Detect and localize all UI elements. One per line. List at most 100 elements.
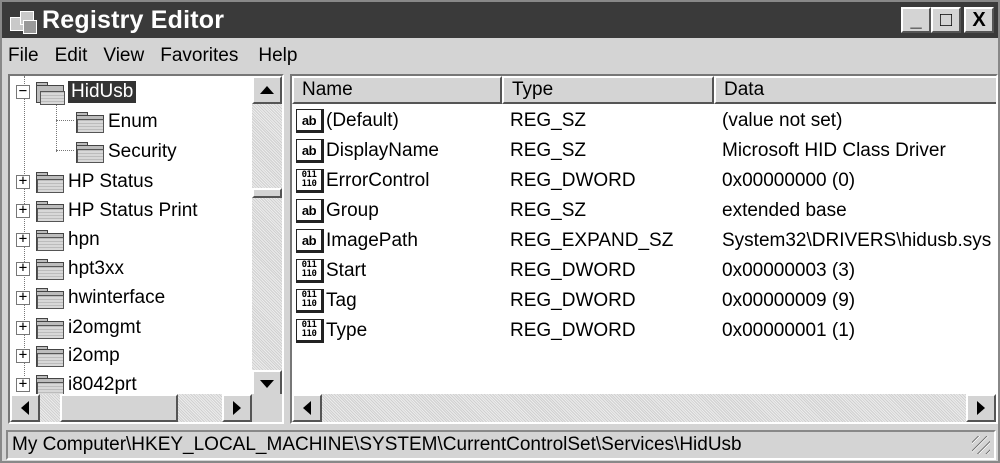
menu-bar: File Edit View Favorites Help (2, 40, 998, 72)
maximize-button[interactable]: □ (931, 7, 961, 33)
value-name: DisplayName (326, 140, 439, 161)
list-row[interactable]: 011 110 Tag REG_DWORD 0x00000009 (9) (292, 286, 992, 316)
tree-item-label: i2omp (68, 345, 120, 366)
expand-icon[interactable]: + (16, 320, 30, 335)
cell-name: ab Group (296, 196, 379, 226)
menu-favorites[interactable]: Favorites (160, 45, 238, 67)
cell-name: ab ImagePath (296, 226, 418, 256)
scroll-right-button[interactable] (966, 394, 996, 422)
list-row[interactable]: ab DisplayName REG_SZ Microsoft HID Class D… (292, 136, 992, 166)
expand-icon[interactable]: + (16, 290, 30, 305)
binary-value-icon: 011 110 (296, 169, 324, 193)
list-row[interactable]: 011 110 Start REG_DWORD 0x00000003 (3) (292, 256, 992, 286)
cell-type: REG_DWORD (510, 320, 636, 341)
registry-key-tree[interactable]: − HidUsb Enum Security + HP Status + HP … (8, 74, 284, 424)
expand-icon[interactable]: + (16, 261, 30, 276)
registry-editor-icon (10, 9, 37, 34)
folder-icon (34, 171, 64, 193)
maximize-icon: □ (939, 9, 953, 31)
arrow-right-icon (233, 401, 241, 415)
list-row[interactable]: ab Group REG_SZ extended base (292, 196, 992, 226)
expand-icon[interactable]: + (16, 348, 30, 363)
tree-item-enum[interactable]: Enum (74, 108, 158, 136)
tree-item-i2omgmt[interactable]: + i2omgmt (16, 314, 141, 342)
list-row[interactable]: ab (Default) REG_SZ (value not set) (292, 106, 992, 136)
close-icon: X (972, 9, 986, 31)
folder-icon (34, 374, 64, 396)
open-folder-icon (34, 81, 65, 105)
cell-name: 011 110 Type (296, 316, 367, 346)
tree-item-hp-status[interactable]: + HP Status (16, 168, 153, 196)
tree-item-hp-status-print[interactable]: + HP Status Print (16, 197, 198, 225)
column-header-type[interactable]: Type (502, 76, 714, 104)
folder-icon (34, 287, 64, 309)
expand-icon[interactable]: + (16, 203, 30, 218)
resize-grip-icon[interactable] (972, 436, 990, 454)
expand-icon[interactable]: + (16, 174, 30, 189)
tree-item-hpt3xx[interactable]: + hpt3xx (16, 255, 124, 283)
tree-item-i2omp[interactable]: + i2omp (16, 342, 120, 370)
cell-data: 0x00000000 (0) (722, 170, 856, 191)
cell-type: REG_EXPAND_SZ (510, 230, 674, 251)
list-row[interactable]: ab ImagePath REG_EXPAND_SZ System32\DRIVERS… (292, 226, 992, 256)
value-name: (Default) (326, 110, 399, 131)
folder-icon (34, 317, 64, 339)
cell-type: REG_DWORD (510, 290, 636, 311)
tree-item-hpn[interactable]: + hpn (16, 226, 100, 254)
tree-item-label: i2omgmt (68, 317, 141, 338)
registry-values-list[interactable]: Name Type Data ab (Default) REG_SZ (value n… (290, 74, 998, 424)
cell-data: 0x00000001 (1) (722, 320, 856, 341)
expand-icon[interactable]: + (16, 232, 30, 247)
string-value-icon: ab (296, 229, 324, 253)
arrow-right-icon (977, 401, 985, 415)
scroll-left-button[interactable] (292, 394, 322, 422)
cell-name: 011 110 Start (296, 256, 366, 286)
menu-file[interactable]: File (8, 45, 39, 67)
menu-help[interactable]: Help (258, 45, 297, 67)
column-header-data[interactable]: Data (714, 76, 996, 104)
title-bar[interactable]: Registry Editor _ □ X (2, 2, 998, 38)
cell-data: Microsoft HID Class Driver (722, 140, 946, 161)
tree-item-label: HidUsb (68, 81, 137, 103)
minimize-icon: _ (910, 9, 922, 31)
cell-name: ab (Default) (296, 106, 399, 136)
cell-data: (value not set) (722, 110, 843, 131)
cell-name: 011 110 Tag (296, 286, 357, 316)
collapse-icon[interactable]: − (16, 84, 30, 99)
value-name: Start (326, 260, 367, 281)
tree-item-security[interactable]: Security (74, 138, 177, 166)
menu-edit[interactable]: Edit (55, 45, 88, 67)
scroll-thumb[interactable] (252, 188, 282, 198)
folder-icon (34, 200, 64, 222)
tree-item-label: HP Status Print (68, 200, 198, 221)
list-row[interactable]: 011 110 Type REG_DWORD 0x00000001 (1) (292, 316, 992, 346)
current-key-path: My Computer\HKEY_LOCAL_MACHINE\SYSTEM\Cu… (12, 434, 742, 455)
arrow-up-icon (260, 86, 274, 94)
list-row[interactable]: 011 110 ErrorControl REG_DWORD 0x00000000 (0… (292, 166, 992, 196)
close-button[interactable]: X (964, 7, 994, 33)
tree-item-label: hpt3xx (68, 258, 124, 279)
list-horizontal-scrollbar[interactable] (292, 394, 996, 422)
cell-type: REG_SZ (510, 200, 587, 221)
window-title: Registry Editor (42, 5, 225, 34)
scroll-up-button[interactable] (252, 76, 282, 104)
tree-item-hidusb[interactable]: − HidUsb (16, 78, 137, 106)
tree-vertical-scrollbar[interactable] (252, 76, 282, 398)
column-header-label: Name (302, 79, 353, 100)
menu-view[interactable]: View (103, 45, 144, 67)
status-bar: My Computer\HKEY_LOCAL_MACHINE\SYSTEM\Cu… (6, 430, 996, 460)
tree-item-hwinterface[interactable]: + hwinterface (16, 284, 165, 312)
scroll-left-button[interactable] (10, 394, 40, 422)
scroll-thumb[interactable] (60, 394, 178, 422)
expand-icon[interactable]: + (16, 377, 30, 392)
column-header-name[interactable]: Name (292, 76, 502, 104)
value-name: Tag (326, 290, 357, 311)
minimize-button[interactable]: _ (901, 7, 931, 33)
cell-type: REG_DWORD (510, 170, 636, 191)
folder-icon (74, 111, 104, 133)
cell-name: 011 110 ErrorControl (296, 166, 429, 196)
cell-type: REG_SZ (510, 140, 587, 161)
scroll-right-button[interactable] (222, 394, 252, 422)
binary-value-icon: 011 110 (296, 259, 324, 283)
tree-horizontal-scrollbar[interactable] (10, 394, 252, 422)
